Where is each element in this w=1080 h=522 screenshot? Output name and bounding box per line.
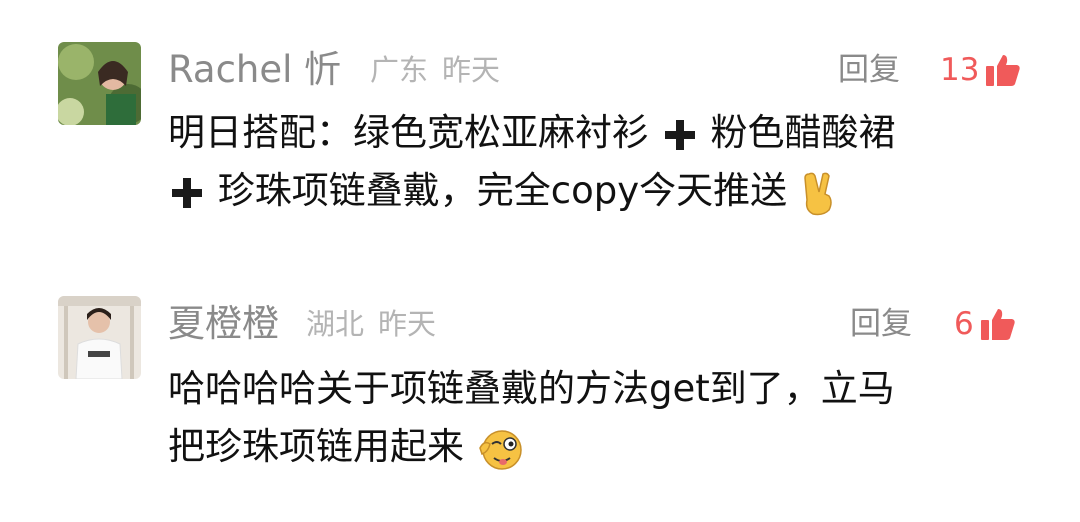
thumbs-up-icon	[986, 55, 1021, 86]
comment-text: 明日搭配：绿色宽松亚麻衬衫 粉色醋酸裙 珍珠项链叠戴，完全copy今天推送	[168, 104, 1008, 220]
comment-meta: 广东 昨天	[370, 48, 500, 92]
like-count: 6	[954, 306, 974, 342]
comment-time: 昨天	[378, 307, 437, 341]
comment-text-part: 明日搭配：绿色宽松亚麻衬衫	[168, 111, 649, 154]
comment-location: 湖北	[306, 307, 365, 341]
comment-text-part: 粉色醋酸裙	[710, 111, 896, 154]
comment-text: 哈哈哈哈关于项链叠戴的方法get到了，立马 把珍珠项链用起来	[168, 360, 1008, 476]
comment-time: 昨天	[442, 53, 501, 87]
avatar[interactable]	[58, 296, 141, 379]
comment-author[interactable]: Rachel 忻	[168, 48, 341, 92]
comment-text-part: 把珍珠项链用起来	[168, 425, 464, 468]
victory-hand-emoji-icon	[804, 172, 832, 215]
avatar[interactable]	[58, 42, 141, 125]
thumbs-up-icon	[980, 309, 1015, 340]
wink-tongue-emoji-icon	[478, 429, 522, 470]
like-count: 13	[940, 52, 980, 88]
comment-meta: 湖北 昨天	[306, 302, 436, 346]
comment-location: 广东	[370, 53, 429, 87]
comment-text-part: 珍珠项链叠戴，完全copy今天推送	[217, 169, 788, 212]
like-button[interactable]: 6	[954, 302, 1016, 346]
plus-icon	[664, 119, 695, 150]
comment-text-part: 哈哈哈哈关于项链叠戴的方法get到了，立马	[168, 367, 895, 410]
plus-icon	[172, 177, 202, 208]
like-button[interactable]: 13	[940, 48, 1021, 92]
reply-button[interactable]: 回复	[850, 302, 912, 346]
reply-button[interactable]: 回复	[838, 48, 900, 92]
comment-author[interactable]: 夏橙橙	[168, 302, 279, 346]
